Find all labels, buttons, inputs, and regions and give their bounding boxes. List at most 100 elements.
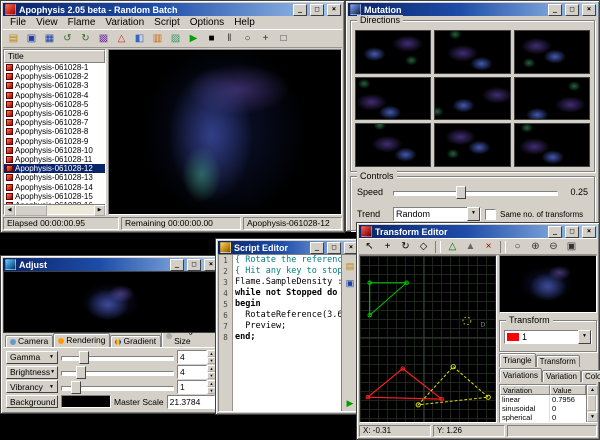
flame-list-item[interactable]: Apophysis-061028-2 <box>4 72 105 81</box>
menu-item-file[interactable]: File <box>5 17 31 28</box>
fractal-preview[interactable] <box>108 49 342 215</box>
move-tool-icon[interactable]: + <box>379 239 396 255</box>
flame-list-hscrollbar[interactable]: ◀ ▶ <box>4 204 105 214</box>
script-code-area[interactable]: 1{ Rotate the reference tr2{ Hit any key… <box>219 255 341 411</box>
brightness-button[interactable]: Brightness▼ <box>6 366 58 379</box>
scroll-left-icon[interactable]: ◀ <box>4 205 15 216</box>
gamma-value[interactable]: 4 <box>177 350 207 364</box>
tab-camera[interactable]: Camera <box>5 335 53 347</box>
same-transforms-checkbox[interactable] <box>485 209 496 220</box>
gradient-icon[interactable]: ▥ <box>149 31 166 47</box>
tab-gradient[interactable]: Gradient <box>110 335 161 347</box>
flame-list-item[interactable]: Apophysis-061028-9 <box>4 137 105 146</box>
undo-icon[interactable]: ↺ <box>59 31 76 47</box>
variation-row[interactable]: spherical0 <box>500 413 586 422</box>
script-line[interactable]: 5begin <box>219 299 341 310</box>
flame-list-item[interactable]: Apophysis-061028-1 <box>4 63 105 72</box>
vscroll-thumb[interactable] <box>587 395 596 411</box>
scale-tool-icon[interactable]: ◇ <box>415 239 432 255</box>
transform-select-combo[interactable]: 1 ▼ <box>504 330 592 344</box>
vtab-variation[interactable]: Variation <box>542 370 581 382</box>
zoom-icon[interactable]: ○ <box>239 31 256 47</box>
mutation-direction-thumbnail[interactable] <box>355 30 431 74</box>
vibrancy-value[interactable]: 1 <box>177 380 207 394</box>
menu-item-help[interactable]: Help <box>229 17 260 28</box>
background-button[interactable]: Background <box>6 395 58 408</box>
main-titlebar[interactable]: Apophysis 2.05 beta - Random Batch _ □ × <box>3 3 342 16</box>
flame-list-item[interactable]: Apophysis-061028-6 <box>4 109 105 118</box>
mutation-direction-thumbnail[interactable] <box>355 77 431 121</box>
mutation-direction-thumbnail[interactable] <box>514 77 590 121</box>
script-line[interactable]: 6 RotateReference(3.6); <box>219 310 341 321</box>
master-scale-value[interactable]: 21.3784 <box>167 395 215 409</box>
scroll-down-icon[interactable]: ▼ <box>587 412 598 422</box>
fit-view-icon[interactable]: ▣ <box>563 239 580 255</box>
script-line[interactable]: 3Flame.SampleDensity := 1; <box>219 277 341 288</box>
hscroll-thumb[interactable] <box>15 205 47 216</box>
menu-item-view[interactable]: View <box>31 17 63 28</box>
close-button[interactable]: × <box>582 226 596 238</box>
maximize-button[interactable]: □ <box>565 226 579 238</box>
menu-item-variation[interactable]: Variation <box>100 17 149 28</box>
flame-list-item[interactable]: Apophysis-061028-12 <box>4 164 105 173</box>
delete-transform-icon[interactable]: × <box>480 239 497 255</box>
gamma-slider[interactable] <box>61 351 174 363</box>
gamma-slider-thumb[interactable] <box>79 351 89 364</box>
tab-rendering[interactable]: Rendering <box>53 333 110 347</box>
adjust-titlebar[interactable]: Adjust _ □ × <box>3 258 219 271</box>
maximize-button[interactable]: □ <box>565 4 579 16</box>
save-all-icon[interactable]: ▦ <box>41 31 58 47</box>
scroll-right-icon[interactable]: ▶ <box>94 205 105 216</box>
minimize-button[interactable]: _ <box>293 4 307 16</box>
script-line[interactable]: 4while not Stopped do <box>219 288 341 299</box>
flame-list-header[interactable]: Title <box>4 50 105 63</box>
speed-slider-thumb[interactable] <box>456 186 466 199</box>
close-button[interactable]: × <box>327 4 341 16</box>
mutation-direction-thumbnail[interactable] <box>355 123 431 167</box>
mutation-direction-thumbnail[interactable] <box>514 123 590 167</box>
vtab-variations[interactable]: Variations <box>499 368 542 382</box>
trend-combo[interactable]: Random ▼ <box>393 207 481 221</box>
vtab-colors[interactable]: Colors <box>581 370 600 382</box>
transform-canvas[interactable]: D <box>359 255 497 423</box>
ttab-triangle[interactable]: Triangle <box>499 353 536 367</box>
mutation-icon[interactable]: ▨ <box>167 31 184 47</box>
variation-column-header[interactable]: Variation <box>500 385 550 395</box>
maximize-button[interactable]: □ <box>327 242 341 254</box>
duplicate-transform-icon[interactable]: ▲ <box>462 239 479 255</box>
rotate-tool-icon[interactable]: ↻ <box>397 239 414 255</box>
flame-list-item[interactable]: Apophysis-061028-15 <box>4 192 105 201</box>
random-batch-icon[interactable]: ▩ <box>95 31 112 47</box>
vibrancy-button[interactable]: Vibrancy▼ <box>6 380 58 393</box>
pan-icon[interactable]: + <box>257 31 274 47</box>
menu-item-flame[interactable]: Flame <box>63 17 101 28</box>
open-icon[interactable]: ▤ <box>5 31 22 47</box>
zoom-out-icon[interactable]: ⊖ <box>545 239 562 255</box>
menu-item-options[interactable]: Options <box>185 17 229 28</box>
scroll-up-icon[interactable]: ▲ <box>587 385 598 395</box>
variation-row[interactable]: linear0.7956 <box>500 395 586 404</box>
flame-list-item[interactable]: Apophysis-061028-4 <box>4 91 105 100</box>
brightness-slider-thumb[interactable] <box>76 366 86 379</box>
speed-slider[interactable] <box>393 186 558 198</box>
mutation-direction-thumbnail[interactable] <box>434 30 510 74</box>
gamma-button[interactable]: Gamma▼ <box>6 351 58 364</box>
transform-titlebar[interactable]: Transform Editor _ □ × <box>359 225 597 238</box>
script-line[interactable]: 2{ Hit any key to stop } <box>219 266 341 277</box>
variations-scrollbar[interactable]: ▲ ▼ <box>586 385 596 422</box>
maximize-button[interactable]: □ <box>310 4 324 16</box>
save-icon[interactable]: ▣ <box>23 31 40 47</box>
vibrancy-slider-thumb[interactable] <box>71 381 81 394</box>
variation-value[interactable]: 0 <box>550 413 586 422</box>
menu-item-script[interactable]: Script <box>149 17 185 28</box>
flame-list-item[interactable]: Apophysis-061028-3 <box>4 81 105 90</box>
variation-row[interactable]: sinusoidal0 <box>500 404 586 413</box>
flame-list-item[interactable]: Apophysis-061028-7 <box>4 118 105 127</box>
minimize-button[interactable]: _ <box>548 226 562 238</box>
editor-icon[interactable]: △ <box>113 31 130 47</box>
pause-icon[interactable]: ‖ <box>221 31 238 47</box>
background-color-swatch[interactable] <box>61 395 111 408</box>
minimize-button[interactable]: _ <box>170 259 184 271</box>
script-line[interactable]: 1{ Rotate the reference tr <box>219 255 341 266</box>
vibrancy-slider[interactable] <box>61 381 174 393</box>
